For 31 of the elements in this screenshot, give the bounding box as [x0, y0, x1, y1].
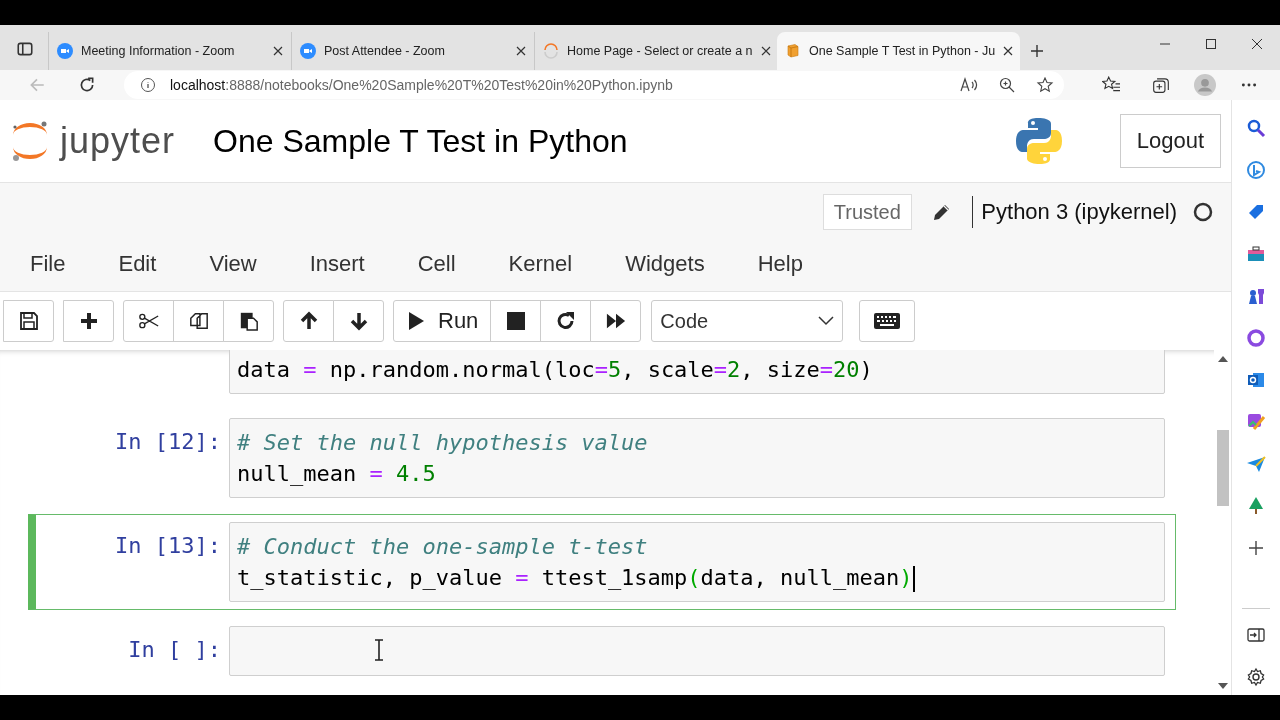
- cell-prompt: In [13]:: [115, 533, 221, 558]
- menu-item[interactable]: Cell: [417, 251, 456, 277]
- menu-item[interactable]: Help: [757, 251, 803, 277]
- notebook-title[interactable]: One Sample T Test in Python: [213, 122, 628, 160]
- code-line: # Set the null hypothesis value: [237, 429, 649, 457]
- url-host: localhost: [170, 77, 226, 93]
- browser-tab[interactable]: One Sample T Test in Python - Ju: [777, 32, 1020, 70]
- code-line: data = np.random.normal(loc=5, scale=2, size=20): [237, 356, 874, 384]
- trusted-button[interactable]: Trusted: [822, 194, 912, 230]
- menu-item[interactable]: View: [209, 251, 257, 277]
- jupyter-logo-text[interactable]: jupyter: [60, 120, 176, 162]
- url-path: :8888/notebooks/One%20Sample%20T%20Test%20in%20Python.ipynb: [225, 77, 673, 93]
- cell-prompt: In [ ]:: [128, 637, 221, 662]
- menu-item[interactable]: File: [30, 251, 66, 277]
- code-line: null_mean = 4.5: [237, 460, 437, 488]
- selected-cell[interactable]: In [13]: # Conduct the one-sample t-test t_statistic, p_value = ttest_1samp(data, null_mean): [28, 514, 1176, 610]
- code-input[interactable]: data = np.random.normal(loc=5, scale=2, size=20): [229, 350, 1165, 394]
- menu-item[interactable]: Kernel: [508, 251, 573, 277]
- menu-item[interactable]: Insert: [309, 251, 365, 277]
- cell-prompt: In [12]:: [115, 429, 221, 454]
- code-line: t_statistic, p_value = ttest_1samp(data, null_mean): [237, 564, 916, 593]
- address-field[interactable]: localhost:8888/notebooks/One%20Sample%20T%20Test%20in%20Python.ipynb: [124, 71, 1064, 99]
- code-line: # Conduct the one-sample t-test: [237, 533, 649, 561]
- code-input[interactable]: # Conduct the one-sample t-test t_statistic, p_value = ttest_1samp(data, null_mean): [229, 522, 1165, 602]
- code-input[interactable]: # Set the null hypothesis value null_mean = 4.5: [229, 418, 1165, 498]
- menu-item[interactable]: Edit: [118, 251, 157, 277]
- cell-type-select[interactable]: Code: [651, 300, 844, 342]
- kernel-name[interactable]: Python 3 (ipykernel): [981, 199, 1177, 225]
- logout-button[interactable]: Logout: [1119, 114, 1221, 168]
- run-button[interactable]: Run: [393, 300, 492, 342]
- menu-item[interactable]: Widgets: [625, 251, 705, 277]
